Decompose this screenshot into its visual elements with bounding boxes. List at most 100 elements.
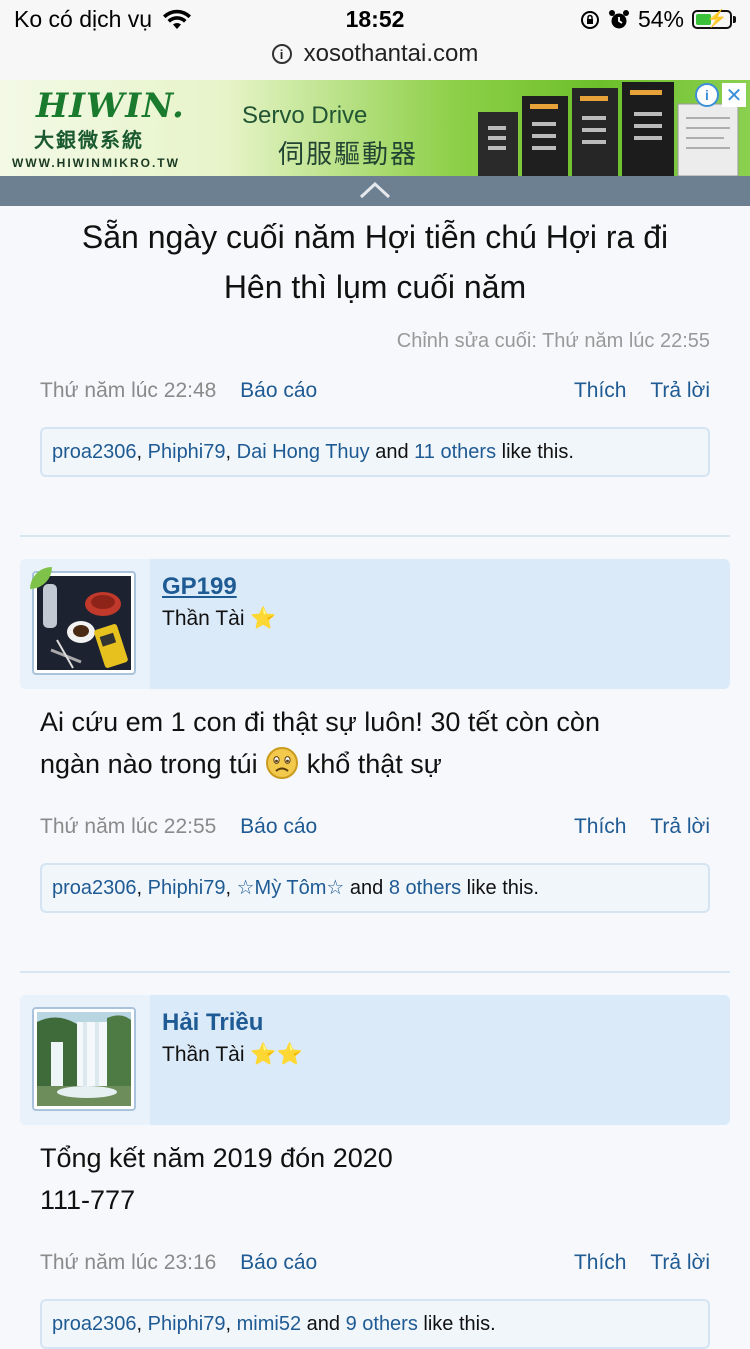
wifi-icon xyxy=(163,9,192,29)
likes-others-link[interactable]: 9 others xyxy=(346,1313,418,1335)
charging-bolt-icon: ⚡ xyxy=(706,9,728,28)
post-date[interactable]: Thứ năm lúc 22:48 xyxy=(40,379,216,402)
ad-info-icon[interactable]: i xyxy=(695,83,719,107)
post-body: Ai cứu em 1 con đi thật sự luôn! 30 tết … xyxy=(40,701,710,785)
liker-link[interactable]: ☆Mỳ Tôm☆ xyxy=(237,877,345,899)
likes-summary: proa2306, Phiphi79, Dai Hong Thuy and 11… xyxy=(40,427,710,477)
post-body: Sẵn ngày cuối năm Hợi tiễn chú Hợi ra đi… xyxy=(0,206,750,312)
reply-link[interactable]: Trả lời xyxy=(650,379,710,402)
likes-and: and xyxy=(306,1313,341,1335)
like-link[interactable]: Thích xyxy=(574,379,627,402)
ad-controls: i ✕ xyxy=(692,83,746,107)
post: Hải Triều Thần Tài ⭐⭐ Tổng kết năm 2019 … xyxy=(0,995,750,1349)
post-body-line: Hên thì lụm cuối năm xyxy=(223,269,527,305)
carrier-status: Ko có dịch vụ xyxy=(14,6,192,33)
liker-link[interactable]: Phiphi79 xyxy=(148,877,226,899)
liker-link[interactable]: proa2306 xyxy=(52,877,137,899)
chevron-up-icon[interactable] xyxy=(358,180,392,200)
likes-summary: proa2306, Phiphi79, ☆Mỳ Tôm☆ and 8 other… xyxy=(40,863,710,913)
user-title-text: Thần Tài xyxy=(162,607,245,630)
status-bar: Ko có dịch vụ 18:52 54% ⚡ i xosothantai.… xyxy=(0,0,750,80)
user-info-bar: Hải Triều Thần Tài ⭐⭐ xyxy=(20,995,730,1125)
user-title-text: Thần Tài xyxy=(162,1043,245,1066)
avatar-image xyxy=(37,576,131,670)
alarm-icon xyxy=(608,9,629,28)
username-link[interactable]: GP199 xyxy=(162,573,237,601)
user-title: Thần Tài ⭐ xyxy=(162,607,277,631)
liker-link[interactable]: proa2306 xyxy=(52,1313,137,1335)
rotation-lock-icon xyxy=(580,10,599,29)
report-link[interactable]: Báo cáo xyxy=(240,815,317,838)
ad-brand-logo: HIWIN. xyxy=(36,86,185,126)
rank-stars-icon: ⭐⭐ xyxy=(250,1043,303,1066)
avatar-container xyxy=(20,995,150,1125)
reply-link[interactable]: Trả lời xyxy=(650,815,710,838)
likes-separator: , xyxy=(136,1313,148,1335)
ad-brand-url: WWW.HIWINMIKRO.TW xyxy=(12,156,180,170)
ad-banner[interactable]: HIWIN. 大銀微系統 WWW.HIWINMIKRO.TW Servo Dri… xyxy=(0,80,750,176)
likes-separator: , xyxy=(136,441,148,463)
address-bar[interactable]: i xosothantai.com xyxy=(0,40,750,68)
rank-star-icon: ⭐ xyxy=(250,607,277,630)
status-icons: 54% ⚡ xyxy=(572,6,736,33)
post-body: Tổng kết năm 2019 đón 2020 111-777 xyxy=(40,1137,710,1221)
likes-suffix: like this. xyxy=(466,877,539,899)
liker-link[interactable]: proa2306 xyxy=(52,441,137,463)
post-date[interactable]: Thứ năm lúc 23:16 xyxy=(40,1251,216,1274)
post-meta: Thứ năm lúc 22:48 Báo cáo Thích Trả lời xyxy=(40,379,710,413)
post: Sẵn ngày cuối năm Hợi tiễn chú Hợi ra đi… xyxy=(0,206,750,537)
battery-icon: ⚡ xyxy=(692,9,736,29)
ad-close-icon[interactable]: ✕ xyxy=(722,83,746,107)
post-body-line: Ai cứu em 1 con đi thật sự luôn! 30 tết … xyxy=(40,707,600,737)
report-link[interactable]: Báo cáo xyxy=(240,379,317,402)
report-link[interactable]: Báo cáo xyxy=(240,1251,317,1274)
ad-brand-cjk: 大銀微系統 xyxy=(34,130,144,152)
post-separator xyxy=(20,971,730,973)
likes-and: and xyxy=(375,441,409,463)
reply-link[interactable]: Trả lời xyxy=(650,1251,710,1274)
avatar-image xyxy=(37,1012,131,1106)
post-date[interactable]: Thứ năm lúc 22:55 xyxy=(40,815,216,838)
ad-subtitle: 伺服驅動器 xyxy=(278,139,419,169)
post-body-line: Sẵn ngày cuối năm Hợi tiễn chú Hợi ra đi xyxy=(81,219,669,255)
user-title: Thần Tài ⭐⭐ xyxy=(162,1043,303,1067)
user-info-bar: GP199 Thần Tài ⭐ xyxy=(20,559,730,689)
likes-separator: , xyxy=(225,877,237,899)
sad-face-emoji-icon xyxy=(266,746,299,779)
ad-bottom-strip xyxy=(0,176,750,206)
post-body-text: ngàn nào trong túi xyxy=(40,749,258,779)
url-text: xosothantai.com xyxy=(303,40,479,67)
like-link[interactable]: Thích xyxy=(574,1251,627,1274)
avatar[interactable] xyxy=(32,571,136,675)
likes-summary: proa2306, Phiphi79, mimi52 and 9 others … xyxy=(40,1299,710,1349)
site-info-icon[interactable]: i xyxy=(271,44,292,64)
likes-others-link[interactable]: 8 others xyxy=(389,877,461,899)
post-actions: Thích Trả lời xyxy=(556,379,710,403)
post-body-line: Tổng kết năm 2019 đón 2020 xyxy=(40,1143,393,1173)
likes-suffix: like this. xyxy=(501,441,574,463)
ad-title: Servo Drive xyxy=(242,102,368,129)
post-separator xyxy=(20,535,730,537)
likes-separator: , xyxy=(225,1313,237,1335)
likes-suffix: like this. xyxy=(423,1313,496,1335)
liker-link[interactable]: mimi52 xyxy=(237,1313,301,1335)
like-link[interactable]: Thích xyxy=(574,815,627,838)
username-link[interactable]: Hải Triều xyxy=(162,1009,263,1037)
liker-link[interactable]: Dai Hong Thuy xyxy=(237,441,370,463)
post-body-line: 111-777 xyxy=(40,1185,136,1215)
post-actions: Thích Trả lời xyxy=(556,815,710,839)
post-meta: Thứ năm lúc 23:16 Báo cáo Thích Trả lời xyxy=(40,1251,710,1285)
avatar[interactable] xyxy=(32,1007,136,1111)
liker-link[interactable]: Phiphi79 xyxy=(148,1313,226,1335)
battery-percent: 54% xyxy=(637,6,684,32)
liker-link[interactable]: Phiphi79 xyxy=(148,441,226,463)
post-body-text: khổ thật sự xyxy=(306,749,442,779)
likes-others-link[interactable]: 11 others xyxy=(414,441,496,463)
post-actions: Thích Trả lời xyxy=(556,1251,710,1275)
carrier-label: Ko có dịch vụ xyxy=(14,6,153,32)
likes-and: and xyxy=(349,877,384,899)
post-meta: Thứ năm lúc 22:55 Báo cáo Thích Trả lời xyxy=(40,815,710,849)
likes-separator: , xyxy=(136,877,148,899)
last-edited-note: Chỉnh sửa cuối: Thứ năm lúc 22:55 xyxy=(396,330,710,352)
post: GP199 Thần Tài ⭐ Ai cứu em 1 con đi thật… xyxy=(0,559,750,973)
